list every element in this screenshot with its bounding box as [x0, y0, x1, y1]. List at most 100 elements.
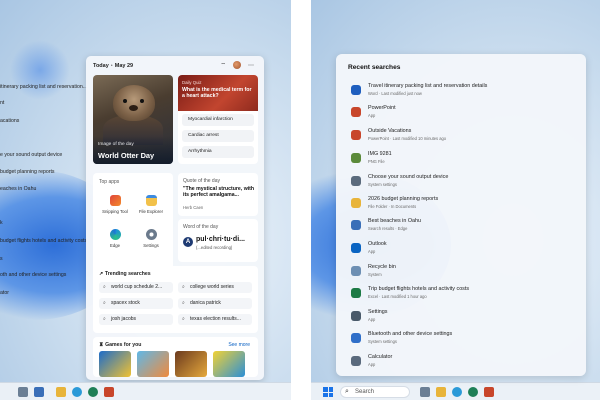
folder-icon[interactable]	[56, 387, 66, 397]
app-snipping-tool[interactable]: Snipping Tool	[98, 195, 132, 214]
trending-search-item[interactable]: ⌕ world cup schedule 2...	[99, 282, 173, 293]
recent-search-subtitle: PowerPoint · Last modified 10 minutes ag…	[368, 136, 447, 141]
recent-search-item[interactable]: Travel itinerary packing list and reserv…	[336, 81, 586, 101]
search-result-item[interactable]: itinerary packing list and reservation..…	[0, 84, 87, 90]
search-result-item[interactable]: oth and other device settings	[0, 272, 66, 278]
see-more-link[interactable]: See more	[228, 342, 250, 348]
quote-of-the-day-card[interactable]: Quote of the day "The mystical structure…	[178, 173, 258, 216]
search-result-item[interactable]: ator	[0, 290, 9, 296]
recent-search-subtitle: App	[368, 362, 376, 367]
recent-search-name: Outlook	[368, 241, 387, 247]
recent-search-subtitle: App	[368, 113, 376, 118]
recent-search-item[interactable]: Choose your sound output device System se…	[336, 172, 586, 192]
settings-icon	[351, 311, 361, 321]
panel-title: Recent searches	[348, 64, 401, 71]
word-icon	[351, 85, 361, 95]
search-icon: ⌕	[182, 316, 185, 322]
recent-search-item[interactable]: Bluetooth and other device settings Syste…	[336, 329, 586, 349]
app-label: File Explorer	[138, 209, 164, 214]
calculator-icon	[351, 356, 361, 366]
quote-text: "The mystical structure, with its perfec…	[183, 186, 255, 199]
search-icon: ⌕	[103, 300, 106, 306]
otter-eye	[123, 99, 127, 103]
card-title: Quote of the day	[183, 178, 220, 184]
windows-start-icon[interactable]	[323, 387, 333, 397]
taskbar-app-icon[interactable]	[420, 387, 430, 397]
search-icon: ⌕	[103, 284, 106, 290]
trending-search-item[interactable]: ⌕ college world series	[178, 282, 252, 293]
trending-search-item[interactable]: ⌕ danica patrick	[178, 298, 252, 309]
taskbar-app-icon[interactable]	[18, 387, 28, 397]
recent-search-subtitle: File Folder · In Documents	[368, 204, 417, 209]
recent-search-item[interactable]: Outside Vacations PowerPoint · Last modif…	[336, 126, 586, 146]
recent-search-subtitle: Word · Last modified just now	[368, 91, 422, 96]
recent-search-subtitle: System settings	[368, 182, 397, 187]
card-label: Image of the day	[98, 142, 134, 147]
web-search-icon	[351, 220, 361, 230]
card-title: World Otter Day	[98, 151, 155, 160]
search-result-item[interactable]: budget flights hotels and activity costs	[0, 238, 87, 244]
bluetooth-icon	[351, 333, 361, 343]
avatar[interactable]	[233, 61, 241, 69]
quiz-label: Daily Quiz	[182, 80, 202, 85]
quiz-option[interactable]: Arrhythmia	[182, 146, 254, 158]
recent-search-subtitle: System	[368, 272, 382, 277]
taskbar-app-icon[interactable]	[88, 387, 98, 397]
search-result-item[interactable]: acations	[0, 118, 19, 124]
recent-search-name: Calculator	[368, 354, 393, 360]
app-settings[interactable]: Settings	[134, 229, 168, 248]
quote-author: Herb Caen	[183, 205, 204, 210]
search-result-item[interactable]: eaches in Oahu	[0, 186, 36, 192]
taskbar-app-icon[interactable]	[484, 387, 494, 397]
card-title: ♜ Games for you	[99, 342, 142, 348]
game-tile[interactable]	[137, 351, 169, 377]
quiz-option[interactable]: Cardiac arrest	[182, 130, 254, 142]
search-result-item[interactable]: e your sound output device	[0, 152, 62, 158]
quiz-option[interactable]: Myocardial infarction	[182, 114, 254, 126]
search-result-item[interactable]: nt	[0, 100, 4, 106]
taskbar-app-icon[interactable]	[34, 387, 44, 397]
more-options-icon[interactable]: ⋯	[248, 62, 254, 69]
recent-search-item[interactable]: Calculator App	[336, 352, 586, 372]
recent-search-item[interactable]: Settings App	[336, 307, 586, 327]
word-definition: (...edited recording)	[196, 245, 233, 250]
trending-search-item[interactable]: ⌕ texas election results...	[178, 314, 252, 325]
taskbar	[0, 382, 291, 400]
search-result-item[interactable]: budget planning reports	[0, 169, 55, 175]
recent-search-item[interactable]: Trip budget flights hotels and activity …	[336, 284, 586, 304]
powerpoint-icon	[351, 107, 361, 117]
app-file-explorer[interactable]: File Explorer	[134, 195, 168, 214]
wifi-icon[interactable]: ⌔	[220, 61, 226, 69]
recent-search-item[interactable]: Best beaches in Oahu Search results · Edg…	[336, 216, 586, 236]
folder-icon[interactable]	[436, 387, 446, 397]
taskbar-app-icon[interactable]	[104, 387, 114, 397]
recent-search-item[interactable]: IMG 9281 PNG File	[336, 149, 586, 169]
search-result-item[interactable]: k	[0, 220, 3, 226]
app-edge[interactable]: Edge	[98, 229, 132, 248]
recent-search-item[interactable]: 2026 budget planning reports File Folder …	[336, 194, 586, 214]
word-value: pul·chri·tu·di...	[196, 236, 245, 243]
powerpoint-icon	[351, 130, 361, 140]
taskbar-search-box[interactable]: ⌕ Search	[340, 386, 410, 398]
game-tile[interactable]	[213, 351, 245, 377]
trending-search-item[interactable]: ⌕ josh jacobs	[99, 314, 173, 325]
trending-search-item[interactable]: ⌕ spacex stock	[99, 298, 173, 309]
edge-icon[interactable]	[452, 387, 462, 397]
image-thumb-icon	[351, 153, 361, 163]
recent-search-item[interactable]: PowerPoint App	[336, 103, 586, 123]
recent-search-item[interactable]: Recycle bin System	[336, 262, 586, 282]
search-result-item[interactable]: s	[0, 256, 3, 262]
game-tile[interactable]	[99, 351, 131, 377]
outlook-icon	[351, 243, 361, 253]
left-screenshot: itinerary packing list and reservation..…	[0, 0, 291, 400]
recent-search-subtitle: App	[368, 249, 376, 254]
edge-icon[interactable]	[72, 387, 82, 397]
recent-search-item[interactable]: Outlook App	[336, 239, 586, 259]
taskbar-app-icon[interactable]	[468, 387, 478, 397]
recent-search-name: PowerPoint	[368, 105, 396, 111]
image-of-the-day-card[interactable]: Image of the day World Otter Day	[93, 75, 173, 164]
recent-search-subtitle: Excel · Last modified 1 hour ago	[368, 294, 427, 299]
otter-head	[113, 85, 155, 121]
word-of-the-day-card[interactable]: Word of the day A pul·chri·tu·di... (...…	[178, 219, 258, 262]
game-tile[interactable]	[175, 351, 207, 377]
